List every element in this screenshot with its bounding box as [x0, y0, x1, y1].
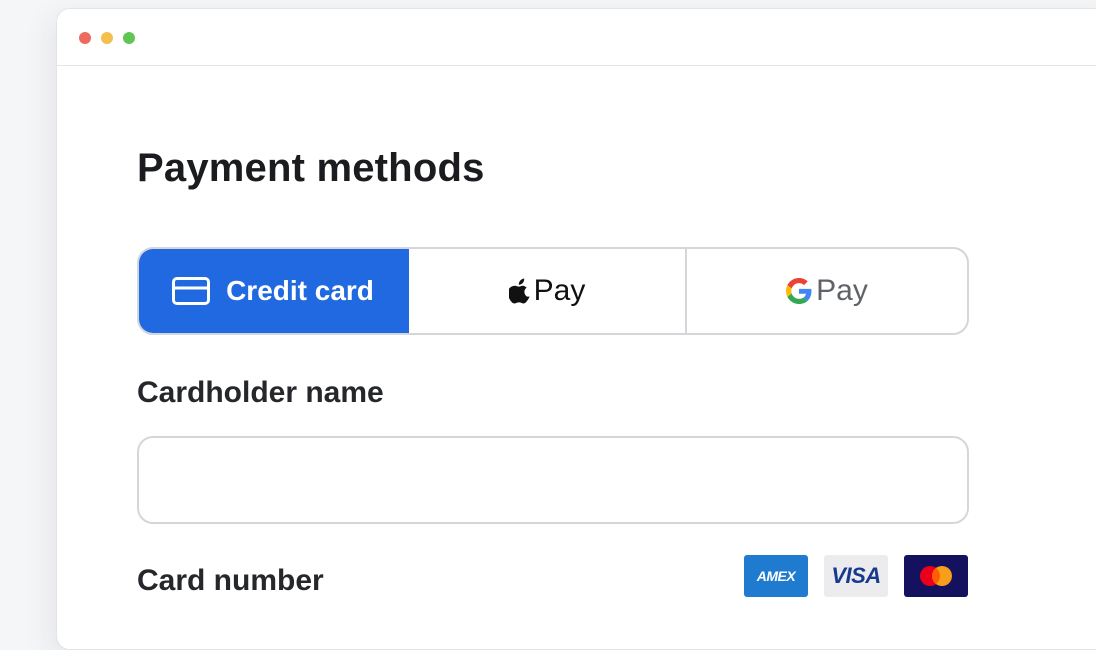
visa-logo-icon: VISA [824, 555, 888, 597]
card-number-label: Card number [137, 564, 324, 597]
mastercard-logo-icon [904, 555, 968, 597]
window-titlebar [57, 9, 1096, 66]
apple-logo-icon [508, 278, 531, 304]
payment-method-tabs: Credit card Pay Pay [137, 247, 969, 335]
zoom-window-button[interactable] [123, 32, 135, 44]
tab-apple-pay[interactable]: Pay [409, 249, 687, 333]
tab-apple-pay-label: Pay [533, 274, 586, 307]
close-window-button[interactable] [79, 32, 91, 44]
browser-window: Payment methods Credit card Pay Pay Card… [56, 8, 1096, 650]
minimize-window-button[interactable] [101, 32, 113, 44]
google-g-logo-icon [786, 278, 812, 304]
visa-logo-text: VISA [831, 563, 881, 588]
amex-logo-icon: AMEX [744, 555, 808, 597]
tab-credit-card[interactable]: Credit card [139, 249, 409, 333]
cardholder-name-input[interactable] [137, 436, 969, 524]
amex-logo-text: AMEX [756, 568, 796, 584]
cardholder-name-label: Cardholder name [137, 376, 384, 409]
card-brand-logos: AMEX VISA [744, 555, 968, 597]
tab-credit-card-label: Credit card [226, 275, 374, 306]
tab-google-pay[interactable]: Pay [687, 249, 967, 333]
tab-google-pay-label: Pay [816, 274, 868, 307]
page-title: Payment methods [137, 146, 485, 190]
credit-card-icon [172, 277, 211, 305]
